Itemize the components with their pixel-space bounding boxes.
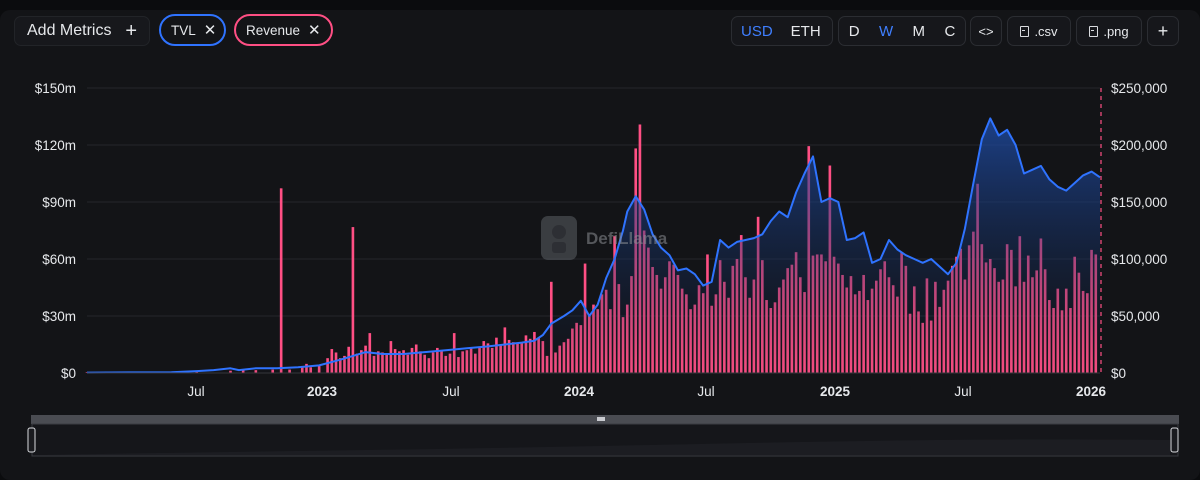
x-tick-label: Jul [697,384,714,399]
brush-handle-right[interactable] [1170,427,1179,453]
range-brush[interactable] [27,415,1179,457]
x-tick-label: Jul [187,384,204,399]
y-left-tick-label: $90m [42,195,76,210]
y-left-tick-label: $0 [61,366,76,381]
y-right-tick-label: $150,000 [1111,195,1167,210]
watermark-text: DefiLlama [586,229,668,248]
x-tick-label: Jul [954,384,971,399]
revenue-bar [279,188,283,373]
y-left-tick-label: $120m [35,138,76,153]
x-tick-label: 2023 [307,384,338,399]
x-tick-label: 2025 [820,384,851,399]
brush-handle-left[interactable] [27,427,36,453]
x-tick-label: 2024 [564,384,595,399]
y-right-tick-label: $250,000 [1111,81,1167,96]
y-left-tick-label: $150m [35,81,76,96]
x-tick-label: 2026 [1076,384,1107,399]
y-right-tick-label: $100,000 [1111,252,1167,267]
y-left-tick-label: $30m [42,309,76,324]
y-right-tick-label: $200,000 [1111,138,1167,153]
y-right-tick-label: $0 [1111,366,1126,381]
brush-grip-icon [597,417,605,421]
defillama-logo-icon [541,216,577,260]
revenue-bar [351,227,355,373]
x-tick-label: Jul [442,384,459,399]
chart-canvas: $0 $30m $60m $90m $120m $150m $0 $50,000 $100,00… [27,81,1179,457]
y-left-tick-label: $60m [42,252,76,267]
y-right-tick-label: $50,000 [1111,309,1160,324]
